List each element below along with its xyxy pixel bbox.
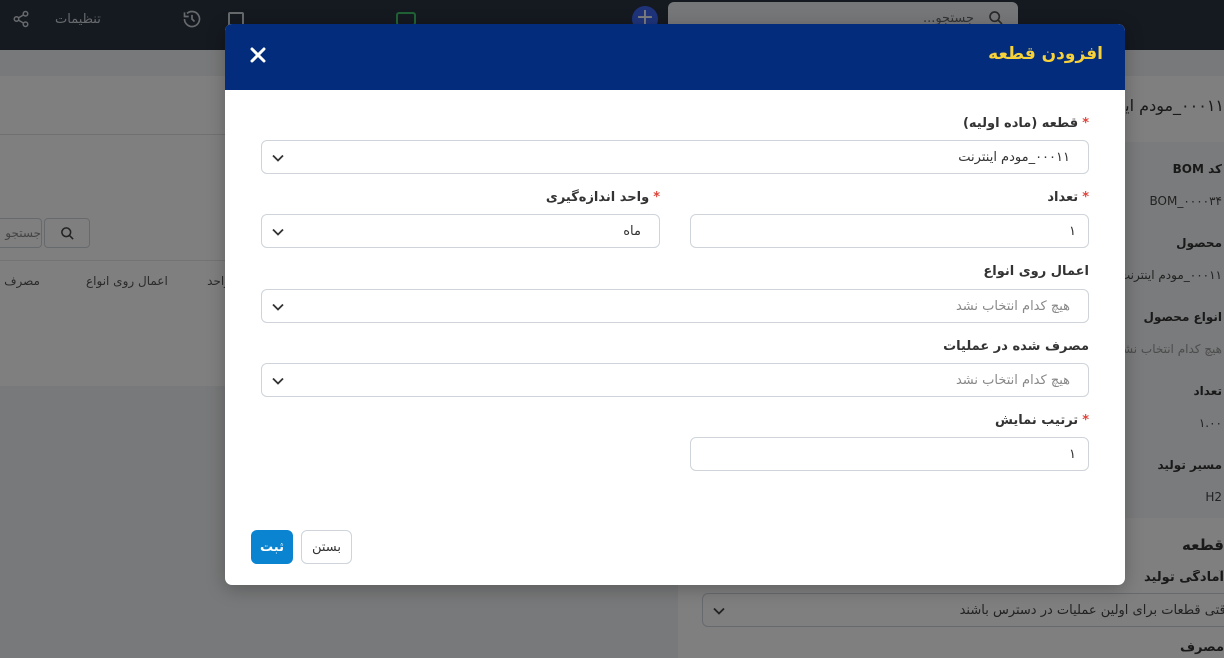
submit-button[interactable]: ثبت bbox=[251, 530, 293, 564]
component-select-value: ۰۰۰۱۱_مودم اینترنت bbox=[958, 150, 1070, 165]
dialog-header: افزودن قطعه bbox=[225, 24, 1125, 90]
dialog-title: افزودن قطعه bbox=[988, 44, 1103, 64]
close-icon[interactable] bbox=[249, 46, 269, 66]
uom-select-value: ماه bbox=[623, 224, 641, 239]
chevron-down-icon bbox=[272, 228, 284, 236]
apply-on-variants-placeholder: هیچ کدام انتخاب نشد bbox=[955, 299, 1070, 314]
close-button[interactable]: بستن bbox=[301, 530, 352, 564]
apply-on-variants-label: اعمال روی انواع bbox=[983, 264, 1089, 279]
apply-on-variants-select[interactable]: هیچ کدام انتخاب نشد bbox=[261, 289, 1089, 323]
uom-select[interactable]: ماه bbox=[261, 214, 660, 248]
chevron-down-icon bbox=[272, 377, 284, 385]
sequence-input[interactable] bbox=[690, 437, 1089, 471]
consumed-in-operations-label: مصرف شده در عملیات bbox=[943, 339, 1089, 354]
add-component-dialog: افزودن قطعه *قطعه (ماده اولیه) ۰۰۰۱۱_مود… bbox=[225, 24, 1125, 585]
sequence-label: *ترتیب نمایش bbox=[995, 413, 1089, 428]
component-label: *قطعه (ماده اولیه) bbox=[962, 116, 1089, 131]
uom-label: *واحد اندازه‌گیری bbox=[545, 190, 660, 205]
quantity-input[interactable] bbox=[690, 214, 1089, 248]
chevron-down-icon bbox=[272, 154, 284, 162]
consumed-in-operations-placeholder: هیچ کدام انتخاب نشد bbox=[955, 373, 1070, 388]
consumed-in-operations-select[interactable]: هیچ کدام انتخاب نشد bbox=[261, 363, 1089, 397]
quantity-label: *تعداد bbox=[1047, 190, 1089, 205]
component-select[interactable]: ۰۰۰۱۱_مودم اینترنت bbox=[261, 140, 1089, 174]
chevron-down-icon bbox=[272, 303, 284, 311]
